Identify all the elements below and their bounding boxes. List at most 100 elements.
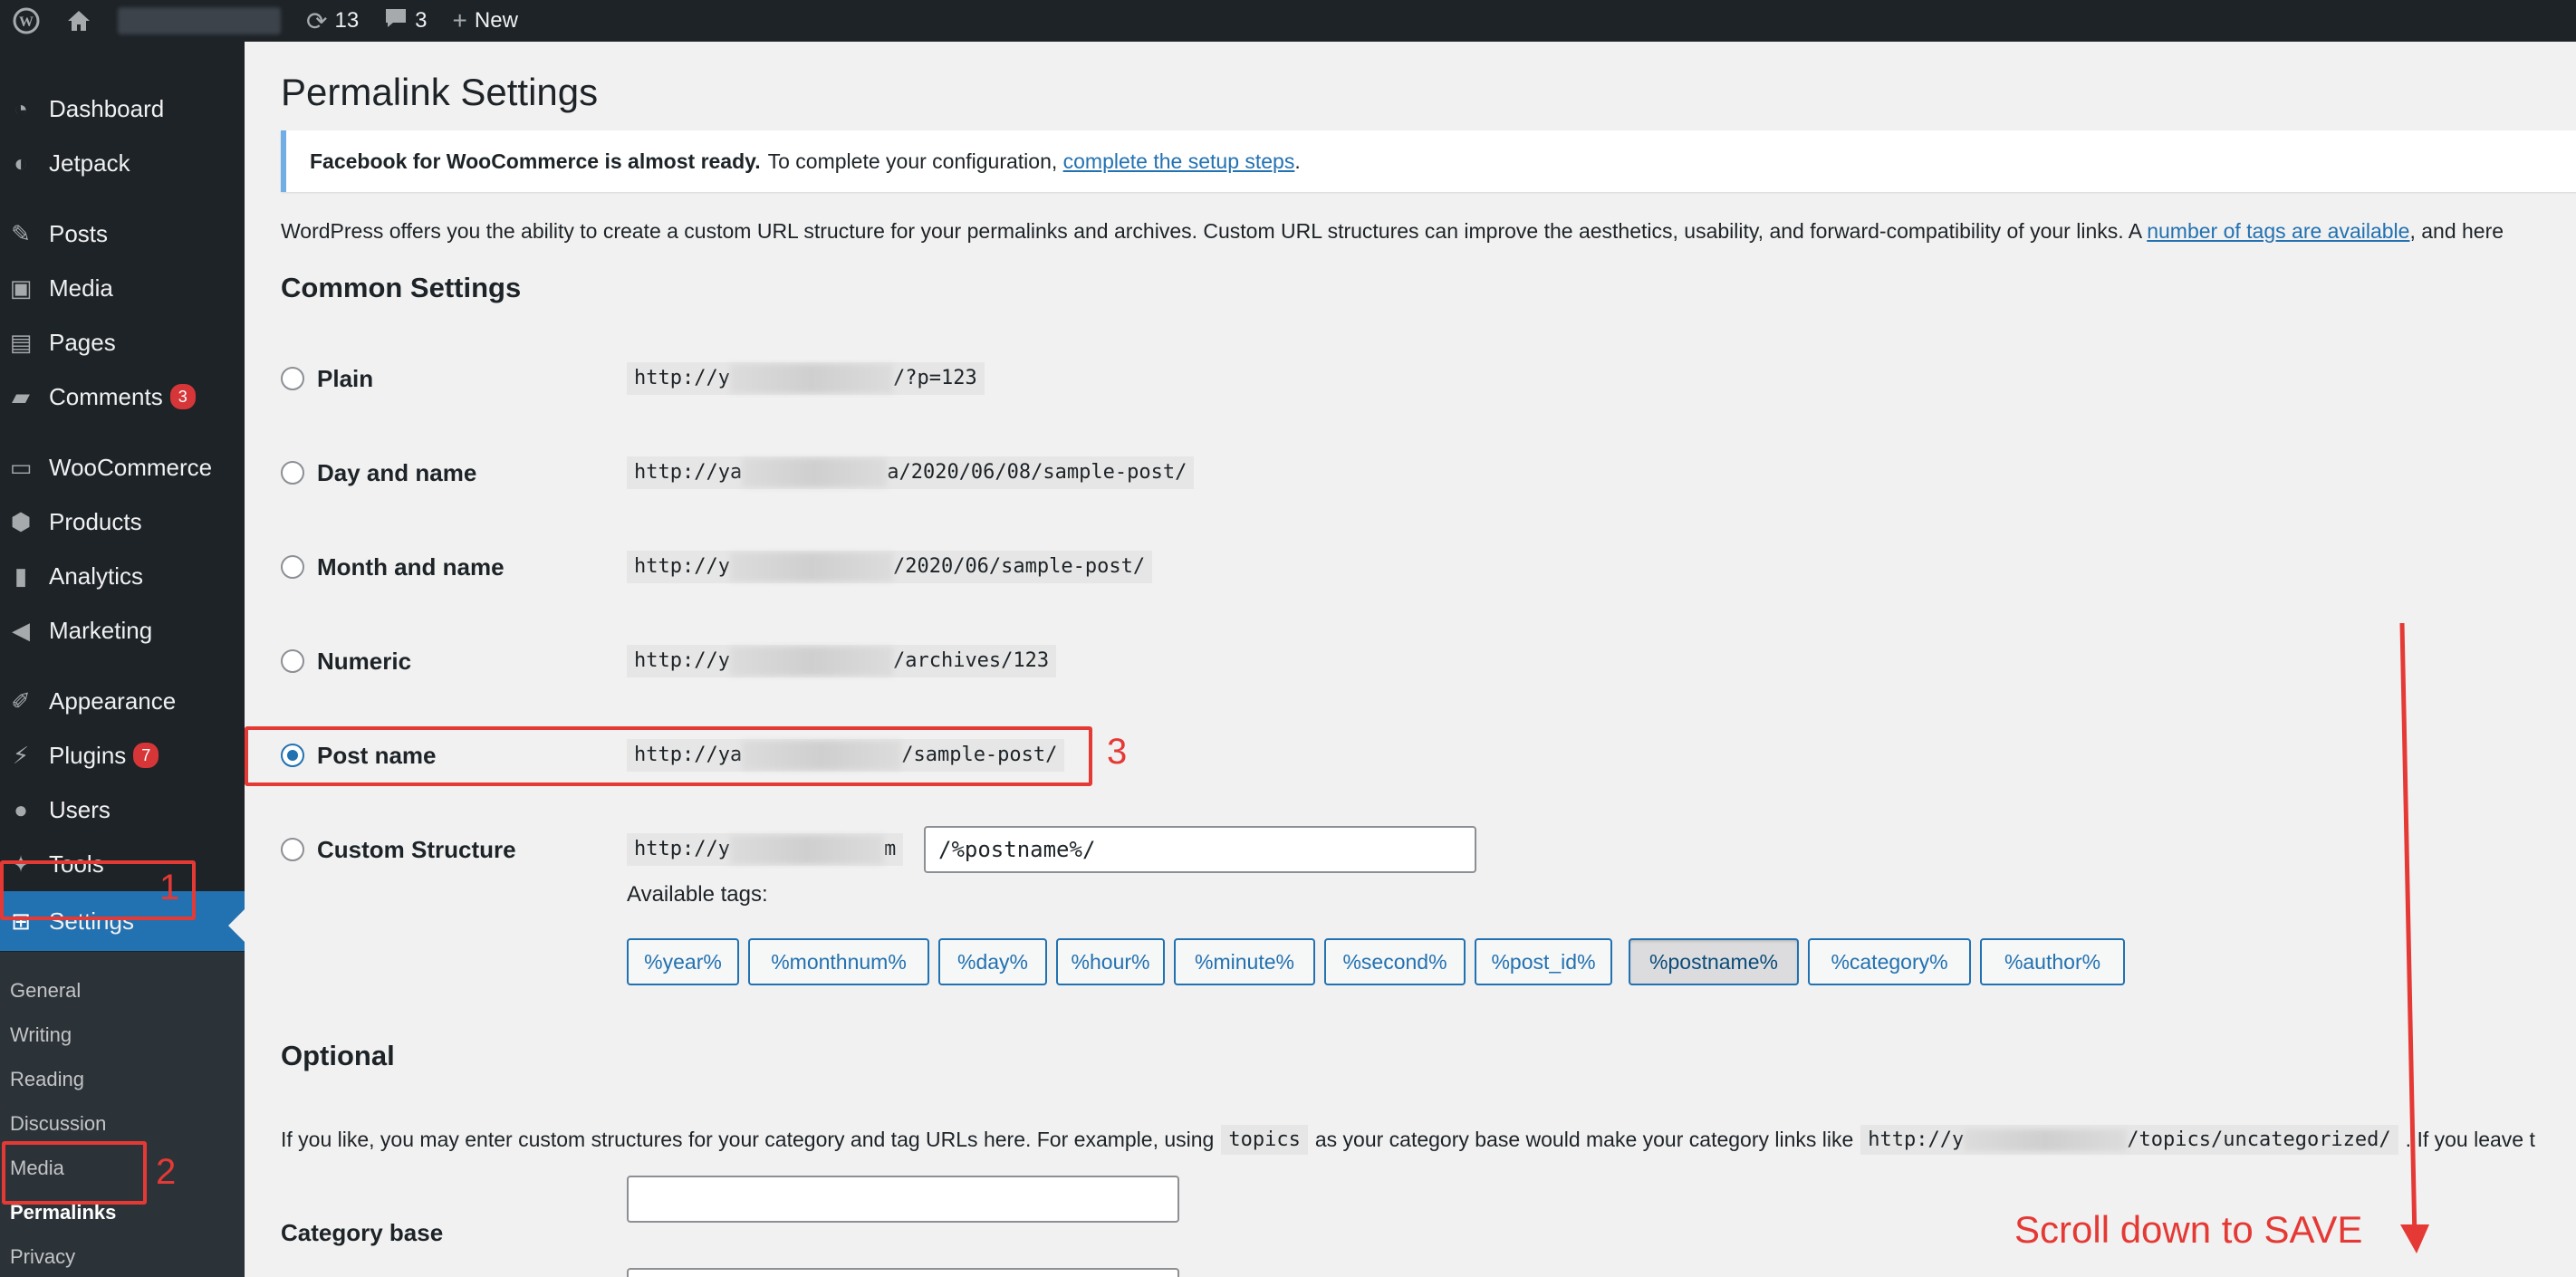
url-end: /topics/uncategorized/: [2127, 1128, 2391, 1151]
plain-radio[interactable]: [281, 367, 304, 390]
sidebar-item-label: Pages: [49, 328, 116, 356]
sidebar-item-woocommerce[interactable]: ▭ WooCommerce: [0, 444, 245, 491]
submenu-general[interactable]: General: [10, 979, 81, 1003]
plus-icon: +: [452, 6, 467, 34]
tag-second-button[interactable]: %second%: [1324, 938, 1466, 985]
day-and-name-url-example: http://ya a/2020/06/08/sample-post/: [627, 456, 1195, 489]
option-numeric[interactable]: Numeric: [281, 641, 411, 681]
tag-minute-button[interactable]: %minute%: [1174, 938, 1315, 985]
custom-structure-label: Custom Structure: [317, 835, 516, 863]
comments-link[interactable]: 3: [371, 0, 439, 42]
updates-count: 13: [334, 8, 360, 33]
sidebar-item-dashboard[interactable]: ◔ Dashboard: [0, 85, 245, 132]
comments-count-badge: 3: [169, 384, 196, 409]
custom-structure-input[interactable]: /%postname%/: [924, 826, 1476, 873]
topics-code: topics: [1221, 1125, 1308, 1155]
scroll-down-instruction: Scroll down to SAVE: [2014, 1208, 2363, 1251]
user-icon: ●: [14, 795, 28, 823]
tag-hour-button[interactable]: %hour%: [1056, 938, 1165, 985]
new-content-link[interactable]: + New: [440, 0, 531, 42]
numeric-radio[interactable]: [281, 649, 304, 673]
url-end: /?p=123: [892, 367, 977, 389]
sidebar-item-appearance[interactable]: ✐ Appearance: [0, 677, 245, 725]
url-start: http://y: [1868, 1128, 1965, 1151]
tag-author-button[interactable]: %author%: [1980, 938, 2125, 985]
day-and-name-label: Day and name: [317, 458, 477, 486]
sidebar-item-pages[interactable]: ▤ Pages: [0, 319, 245, 366]
url-end: a/2020/06/08/sample-post/: [887, 461, 1187, 484]
tag-post-id-button[interactable]: %post_id%: [1475, 938, 1612, 985]
updates-link[interactable]: ⟳ 13: [293, 0, 371, 42]
sidebar-item-label: Media: [49, 274, 113, 302]
settings-submenu: General Writing Reading Discussion Media…: [0, 952, 245, 1277]
category-base-input[interactable]: [627, 1176, 1179, 1223]
pages-icon: ▤: [9, 328, 33, 356]
scroll-down-arrow-icon: [2399, 622, 2429, 1253]
month-and-name-radio[interactable]: [281, 555, 304, 579]
admin-sidebar: ◔ Dashboard ◐ Jetpack ✎ Posts ▣ Media ▤ …: [0, 42, 245, 1277]
submenu-discussion[interactable]: Discussion: [10, 1112, 106, 1136]
intro-end: , and here: [2409, 219, 2504, 243]
annotation-number-1: 1: [159, 868, 180, 907]
sidebar-item-label: Marketing: [49, 616, 153, 644]
numeric-url-example: http://y/archives/123: [627, 645, 1057, 677]
jetpack-icon: ◐: [14, 149, 28, 177]
url-start: http://y: [634, 367, 730, 389]
plugins-count-badge: 7: [133, 743, 159, 768]
option-plain[interactable]: Plain: [281, 359, 373, 398]
annotation-box-post-name: [245, 726, 1092, 786]
sidebar-item-media[interactable]: ▣ Media: [0, 264, 245, 312]
option-custom-structure[interactable]: Custom Structure: [281, 830, 516, 869]
tag-postname-button[interactable]: %postname%: [1629, 938, 1799, 985]
tag-year-button[interactable]: %year%: [627, 938, 739, 985]
submenu-writing[interactable]: Writing: [10, 1023, 72, 1047]
annotation-box-permalinks: [2, 1141, 147, 1205]
notice-bold-text: Facebook for WooCommerce is almost ready…: [310, 149, 761, 173]
sidebar-item-label: Plugins: [49, 741, 127, 769]
tag-monthnum-button[interactable]: %monthnum%: [748, 938, 929, 985]
sidebar-item-label: Users: [49, 795, 111, 823]
tag-day-button[interactable]: %day%: [938, 938, 1047, 985]
url-start: http://ya: [634, 461, 743, 484]
updates-icon: ⟳: [306, 6, 328, 35]
submenu-privacy[interactable]: Privacy: [10, 1245, 75, 1269]
site-name-blurred[interactable]: [118, 7, 281, 34]
sidebar-item-marketing[interactable]: ◀ Marketing: [0, 607, 245, 654]
available-tags-label: Available tags:: [627, 882, 768, 907]
sidebar-item-plugins[interactable]: ⚡ Plugins 7: [0, 732, 245, 779]
annotation-number-3: 3: [1107, 732, 1128, 772]
option-month-and-name[interactable]: Month and name: [281, 547, 505, 587]
intro-paragraph: WordPress offers you the ability to crea…: [281, 219, 2504, 244]
day-and-name-radio[interactable]: [281, 461, 304, 485]
sidebar-item-users[interactable]: ● Users: [0, 786, 245, 833]
redacted-domain: [742, 458, 888, 487]
notice-end: .: [1294, 149, 1301, 173]
new-label: New: [474, 8, 518, 33]
sidebar-item-products[interactable]: ⬢ Products: [0, 498, 245, 545]
available-tags-link[interactable]: number of tags are available: [2147, 219, 2409, 243]
optional-text-2: as your category base would make your ca…: [1314, 1128, 1854, 1151]
category-url-example: http://y/topics/uncategorized/: [1860, 1125, 2398, 1155]
svg-text:W: W: [19, 14, 34, 30]
option-day-and-name[interactable]: Day and name: [281, 453, 476, 493]
sidebar-item-jetpack[interactable]: ◐ Jetpack: [0, 139, 245, 187]
plain-label: Plain: [317, 364, 374, 392]
setup-steps-link[interactable]: complete the setup steps: [1063, 149, 1295, 174]
wordpress-logo-icon[interactable]: W: [0, 0, 53, 42]
redacted-domain: [1964, 1129, 2128, 1151]
sidebar-item-comments[interactable]: ▰ Comments 3: [0, 373, 245, 420]
brush-icon: ✐: [11, 687, 31, 715]
sidebar-item-label: Appearance: [49, 687, 177, 715]
home-icon[interactable]: [53, 0, 105, 42]
woocommerce-notice: Facebook for WooCommerce is almost ready…: [281, 130, 2576, 192]
month-and-name-url-example: http://y/2020/06/sample-post/: [627, 551, 1153, 583]
custom-structure-radio[interactable]: [281, 838, 304, 861]
tag-category-button[interactable]: %category%: [1808, 938, 1971, 985]
submenu-reading[interactable]: Reading: [10, 1068, 84, 1091]
box-icon: ⬢: [10, 507, 32, 535]
sidebar-item-posts[interactable]: ✎ Posts: [0, 210, 245, 257]
sidebar-item-analytics[interactable]: ▮ Analytics: [0, 552, 245, 600]
page-title: Permalink Settings: [281, 71, 599, 113]
tag-base-input[interactable]: [627, 1268, 1179, 1277]
sidebar-item-label: Products: [49, 507, 142, 535]
